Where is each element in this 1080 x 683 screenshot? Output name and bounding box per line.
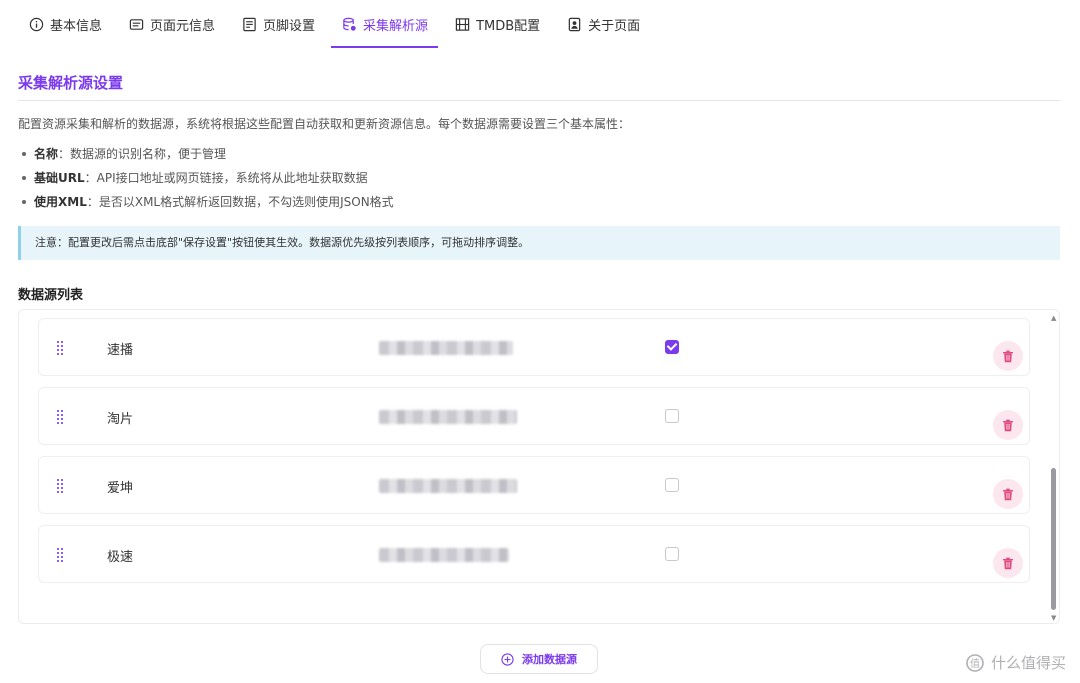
source-name[interactable]: 极速 — [107, 546, 133, 565]
attribute-term: 基础URL — [34, 171, 85, 185]
attribute-list: 名称：数据源的识别名称，便于管理 基础URL：API接口地址或网页链接，系统将从… — [22, 145, 394, 217]
plus-circle-icon — [501, 652, 514, 666]
tab-bar: 基本信息 页面元信息 页脚设置 采集解析源 TMDB配置 关于页面 — [18, 0, 656, 48]
use-xml-checkbox[interactable] — [665, 547, 679, 561]
source-name[interactable]: 淘片 — [107, 408, 133, 427]
source-row: 淘片 — [38, 387, 1030, 445]
source-name[interactable]: 速播 — [107, 339, 133, 358]
trash-icon — [1003, 488, 1013, 500]
trash-icon — [1003, 419, 1013, 431]
scrollbar-thumb[interactable] — [1051, 468, 1056, 610]
footer-doc-icon — [241, 16, 257, 32]
tab-label: TMDB配置 — [476, 18, 541, 34]
delete-button[interactable] — [993, 410, 1023, 440]
tab-label: 采集解析源 — [363, 18, 429, 34]
use-xml-checkbox[interactable] — [665, 340, 679, 354]
delete-button[interactable] — [993, 548, 1023, 578]
notice-banner: 注意：配置更改后需点击底部"保存设置"按钮使其生效。数据源优先级按列表顺序，可拖… — [18, 226, 1060, 260]
trash-icon — [1003, 350, 1013, 362]
drag-handle-icon[interactable] — [57, 410, 63, 424]
svg-text:值: 值 — [970, 657, 980, 670]
watermark-text: 什么值得买 — [990, 654, 1066, 672]
tab-label: 关于页面 — [588, 18, 641, 34]
source-list: 速播 淘片 爱坤 极速 — [18, 309, 1060, 624]
list-item: 名称：数据源的识别名称，便于管理 — [22, 145, 394, 169]
tab-page-meta[interactable]: 页面元信息 — [118, 0, 225, 48]
section-intro: 配置资源采集和解析的数据源，系统将根据这些配置自动获取和更新资源信息。每个数据源… — [18, 117, 631, 131]
bullet-dot — [22, 175, 26, 180]
add-source-label: 添加数据源 — [522, 653, 577, 666]
attribute-desc: ：API接口地址或网页链接，系统将从此地址获取数据 — [84, 171, 368, 185]
use-xml-checkbox[interactable] — [665, 409, 679, 423]
tab-about-page[interactable]: 关于页面 — [556, 0, 650, 48]
bullet-dot — [22, 199, 26, 204]
tab-label: 页面元信息 — [150, 18, 216, 34]
film-icon — [454, 16, 470, 32]
tab-basic-info[interactable]: 基本信息 — [18, 0, 112, 48]
source-url-redacted[interactable] — [379, 548, 509, 562]
list-title: 数据源列表 — [18, 288, 84, 303]
delete-button[interactable] — [993, 479, 1023, 509]
section-title: 采集解析源设置 — [18, 74, 124, 92]
database-icon — [341, 16, 357, 32]
bullet-dot — [22, 151, 26, 156]
attribute-desc: ：数据源的识别名称，便于管理 — [58, 147, 227, 161]
source-url-redacted[interactable] — [379, 341, 513, 355]
tab-footer-settings[interactable]: 页脚设置 — [231, 0, 325, 48]
drag-handle-icon[interactable] — [57, 341, 63, 355]
tab-tmdb-config[interactable]: TMDB配置 — [444, 0, 550, 48]
source-url-redacted[interactable] — [379, 479, 517, 493]
drag-handle-icon[interactable] — [57, 479, 63, 493]
attribute-desc: ：是否以XML格式解析返回数据，不勾选则使用JSON格式 — [86, 195, 394, 209]
list-item: 基础URL：API接口地址或网页链接，系统将从此地址获取数据 — [22, 169, 394, 193]
watermark: 值 什么值得买 — [965, 652, 1066, 673]
tab-collect-sources[interactable]: 采集解析源 — [331, 0, 439, 48]
tab-label: 基本信息 — [50, 18, 103, 34]
source-name[interactable]: 爱坤 — [107, 477, 133, 496]
info-circle-icon — [28, 16, 44, 32]
tab-label: 页脚设置 — [263, 18, 316, 34]
attribute-term: 名称 — [34, 147, 59, 161]
scroll-down-arrow-icon[interactable]: ▼ — [1051, 614, 1056, 622]
list-scrollbar[interactable]: ▲ ▼ — [1050, 314, 1058, 622]
source-row: 速播 — [38, 318, 1030, 376]
source-row: 极速 — [38, 525, 1030, 583]
profile-card-icon — [566, 16, 582, 32]
use-xml-checkbox[interactable] — [665, 478, 679, 492]
smzdm-logo-icon: 值 — [966, 653, 984, 672]
drag-handle-icon[interactable] — [57, 548, 63, 562]
add-source-button[interactable]: 添加数据源 — [480, 644, 598, 674]
delete-button[interactable] — [993, 341, 1023, 371]
attribute-term: 使用XML — [34, 195, 87, 209]
list-item: 使用XML：是否以XML格式解析返回数据，不勾选则使用JSON格式 — [22, 193, 394, 217]
trash-icon — [1003, 557, 1013, 569]
scroll-up-arrow-icon[interactable]: ▲ — [1051, 314, 1056, 322]
divider — [18, 100, 1060, 101]
list-box-icon — [128, 16, 144, 32]
source-url-redacted[interactable] — [379, 410, 517, 424]
source-row: 爱坤 — [38, 456, 1030, 514]
